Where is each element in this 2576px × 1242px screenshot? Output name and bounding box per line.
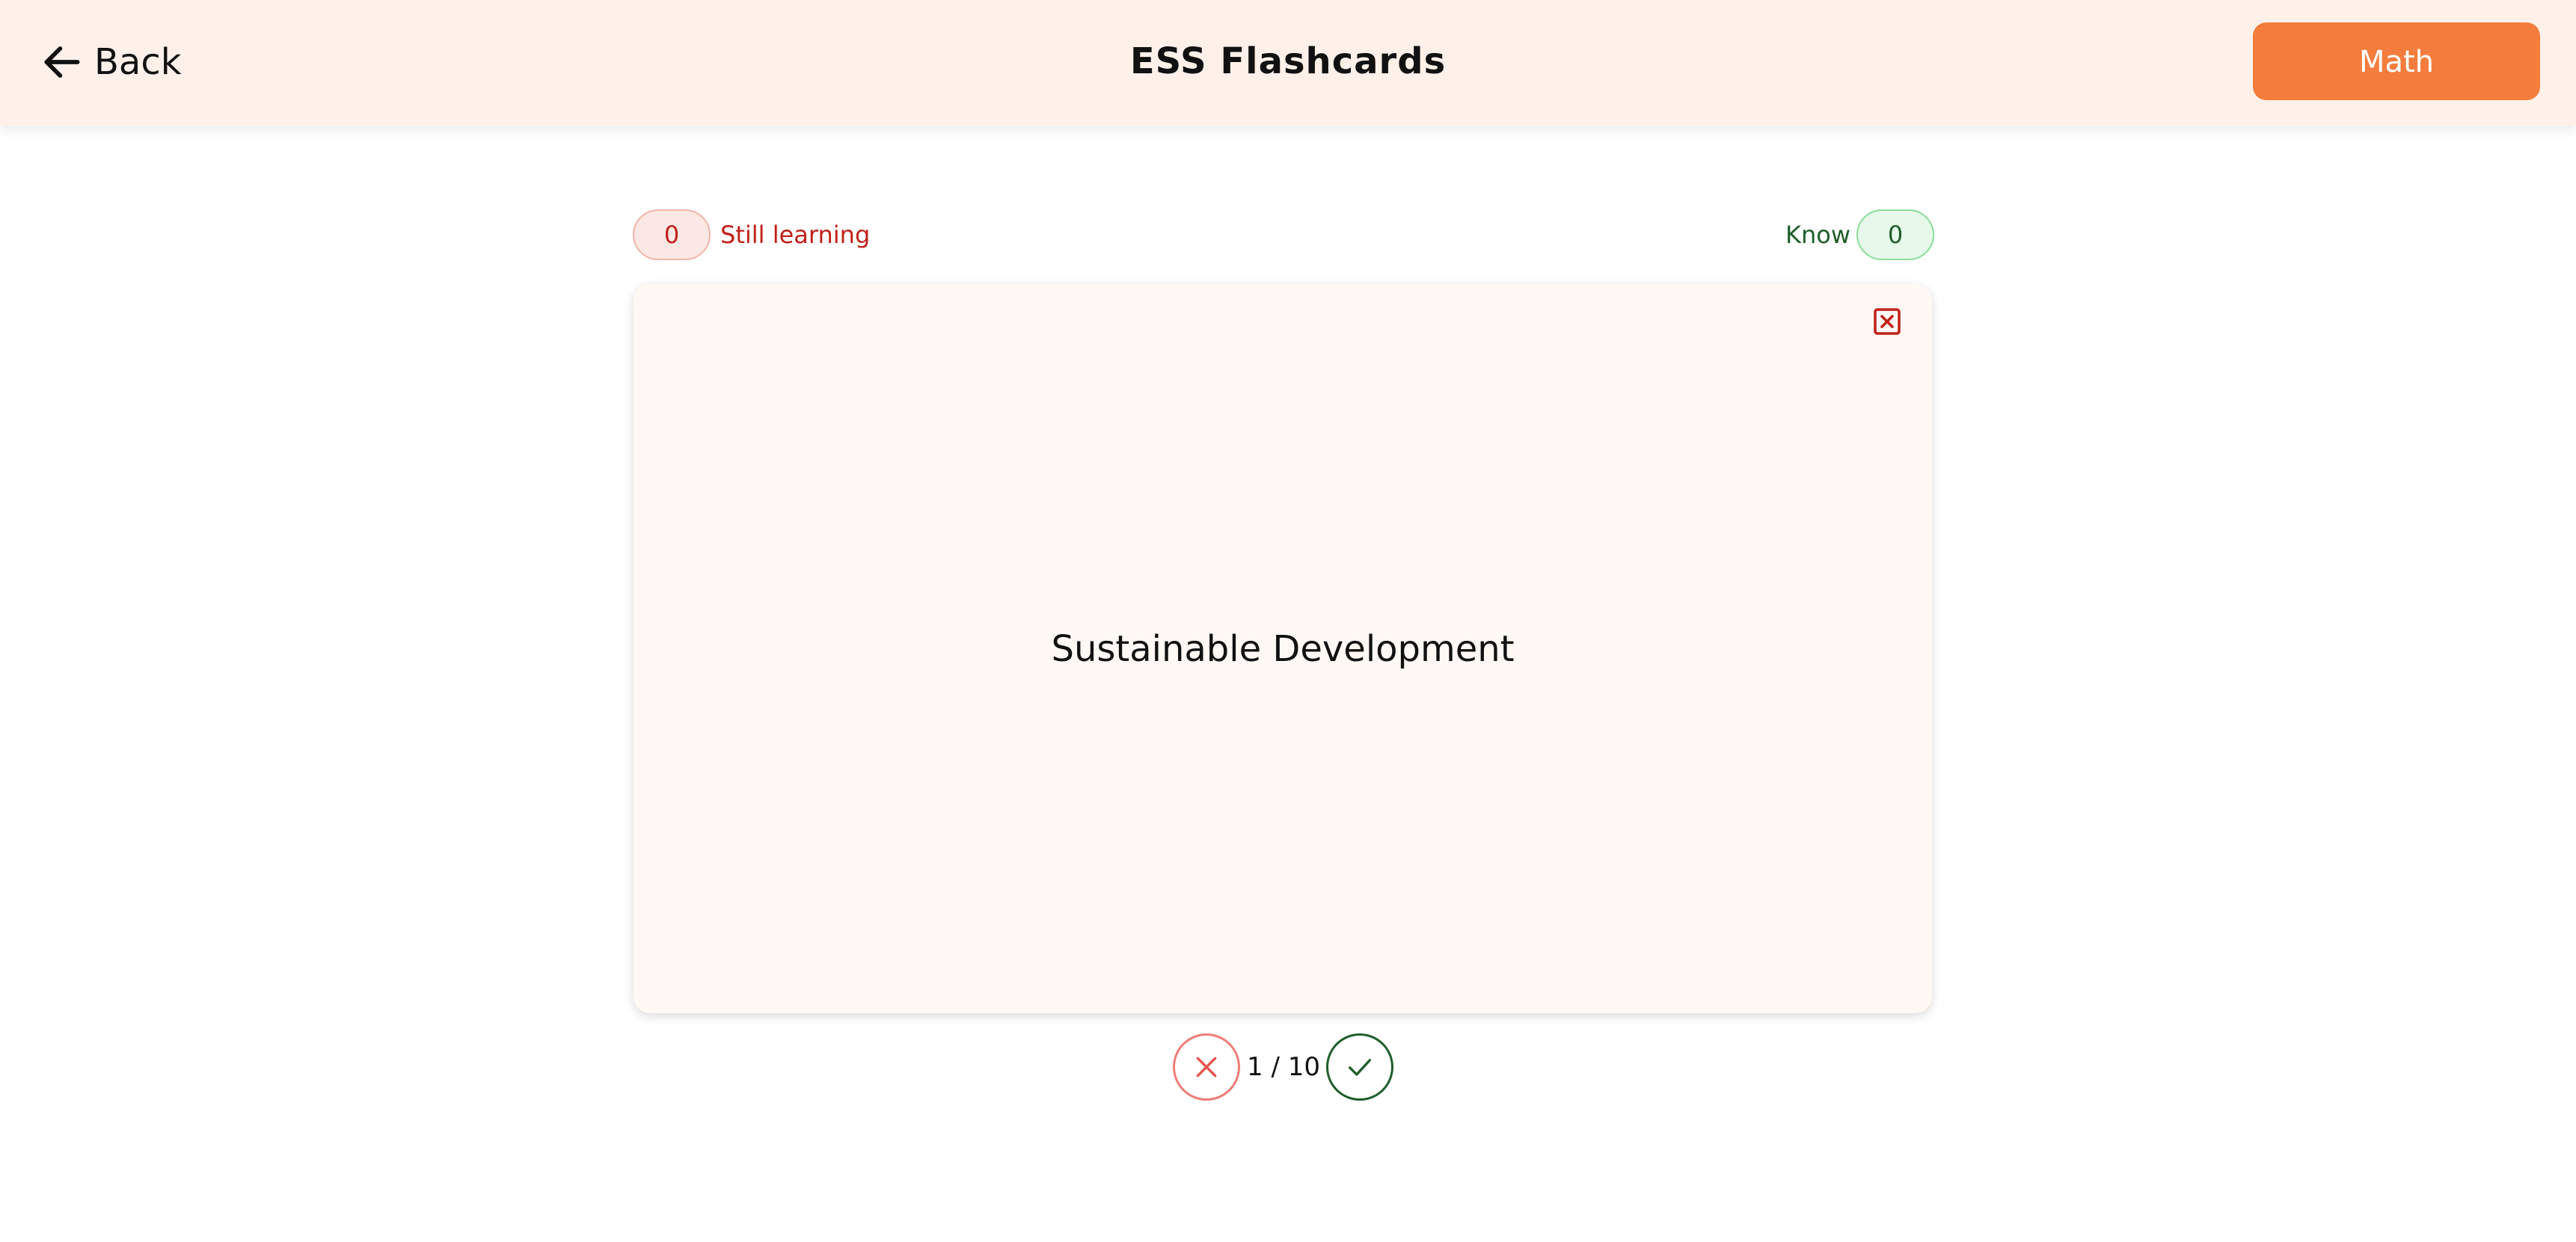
subject-button[interactable]: Math xyxy=(2253,22,2540,100)
top-bar: Back ESS Flashcards Math xyxy=(0,0,2576,126)
check-icon xyxy=(1345,1052,1375,1082)
page-title: ESS Flashcards xyxy=(1129,40,1447,82)
still-learning-button[interactable] xyxy=(1173,1033,1240,1101)
still-learning-label: Still learning xyxy=(720,221,871,249)
close-square-icon[interactable] xyxy=(1872,307,1902,336)
flashcard-term: Sustainable Development xyxy=(1051,627,1515,670)
x-icon xyxy=(1192,1052,1221,1082)
know-button[interactable] xyxy=(1326,1033,1393,1101)
card-progress: 1 / 10 xyxy=(1247,1052,1320,1082)
know-label: Know xyxy=(1785,221,1851,249)
know-count-badge: 0 xyxy=(1856,209,1934,260)
still-learning-count-badge: 0 xyxy=(633,209,711,260)
flashcard[interactable]: Sustainable Development xyxy=(634,284,1932,1013)
